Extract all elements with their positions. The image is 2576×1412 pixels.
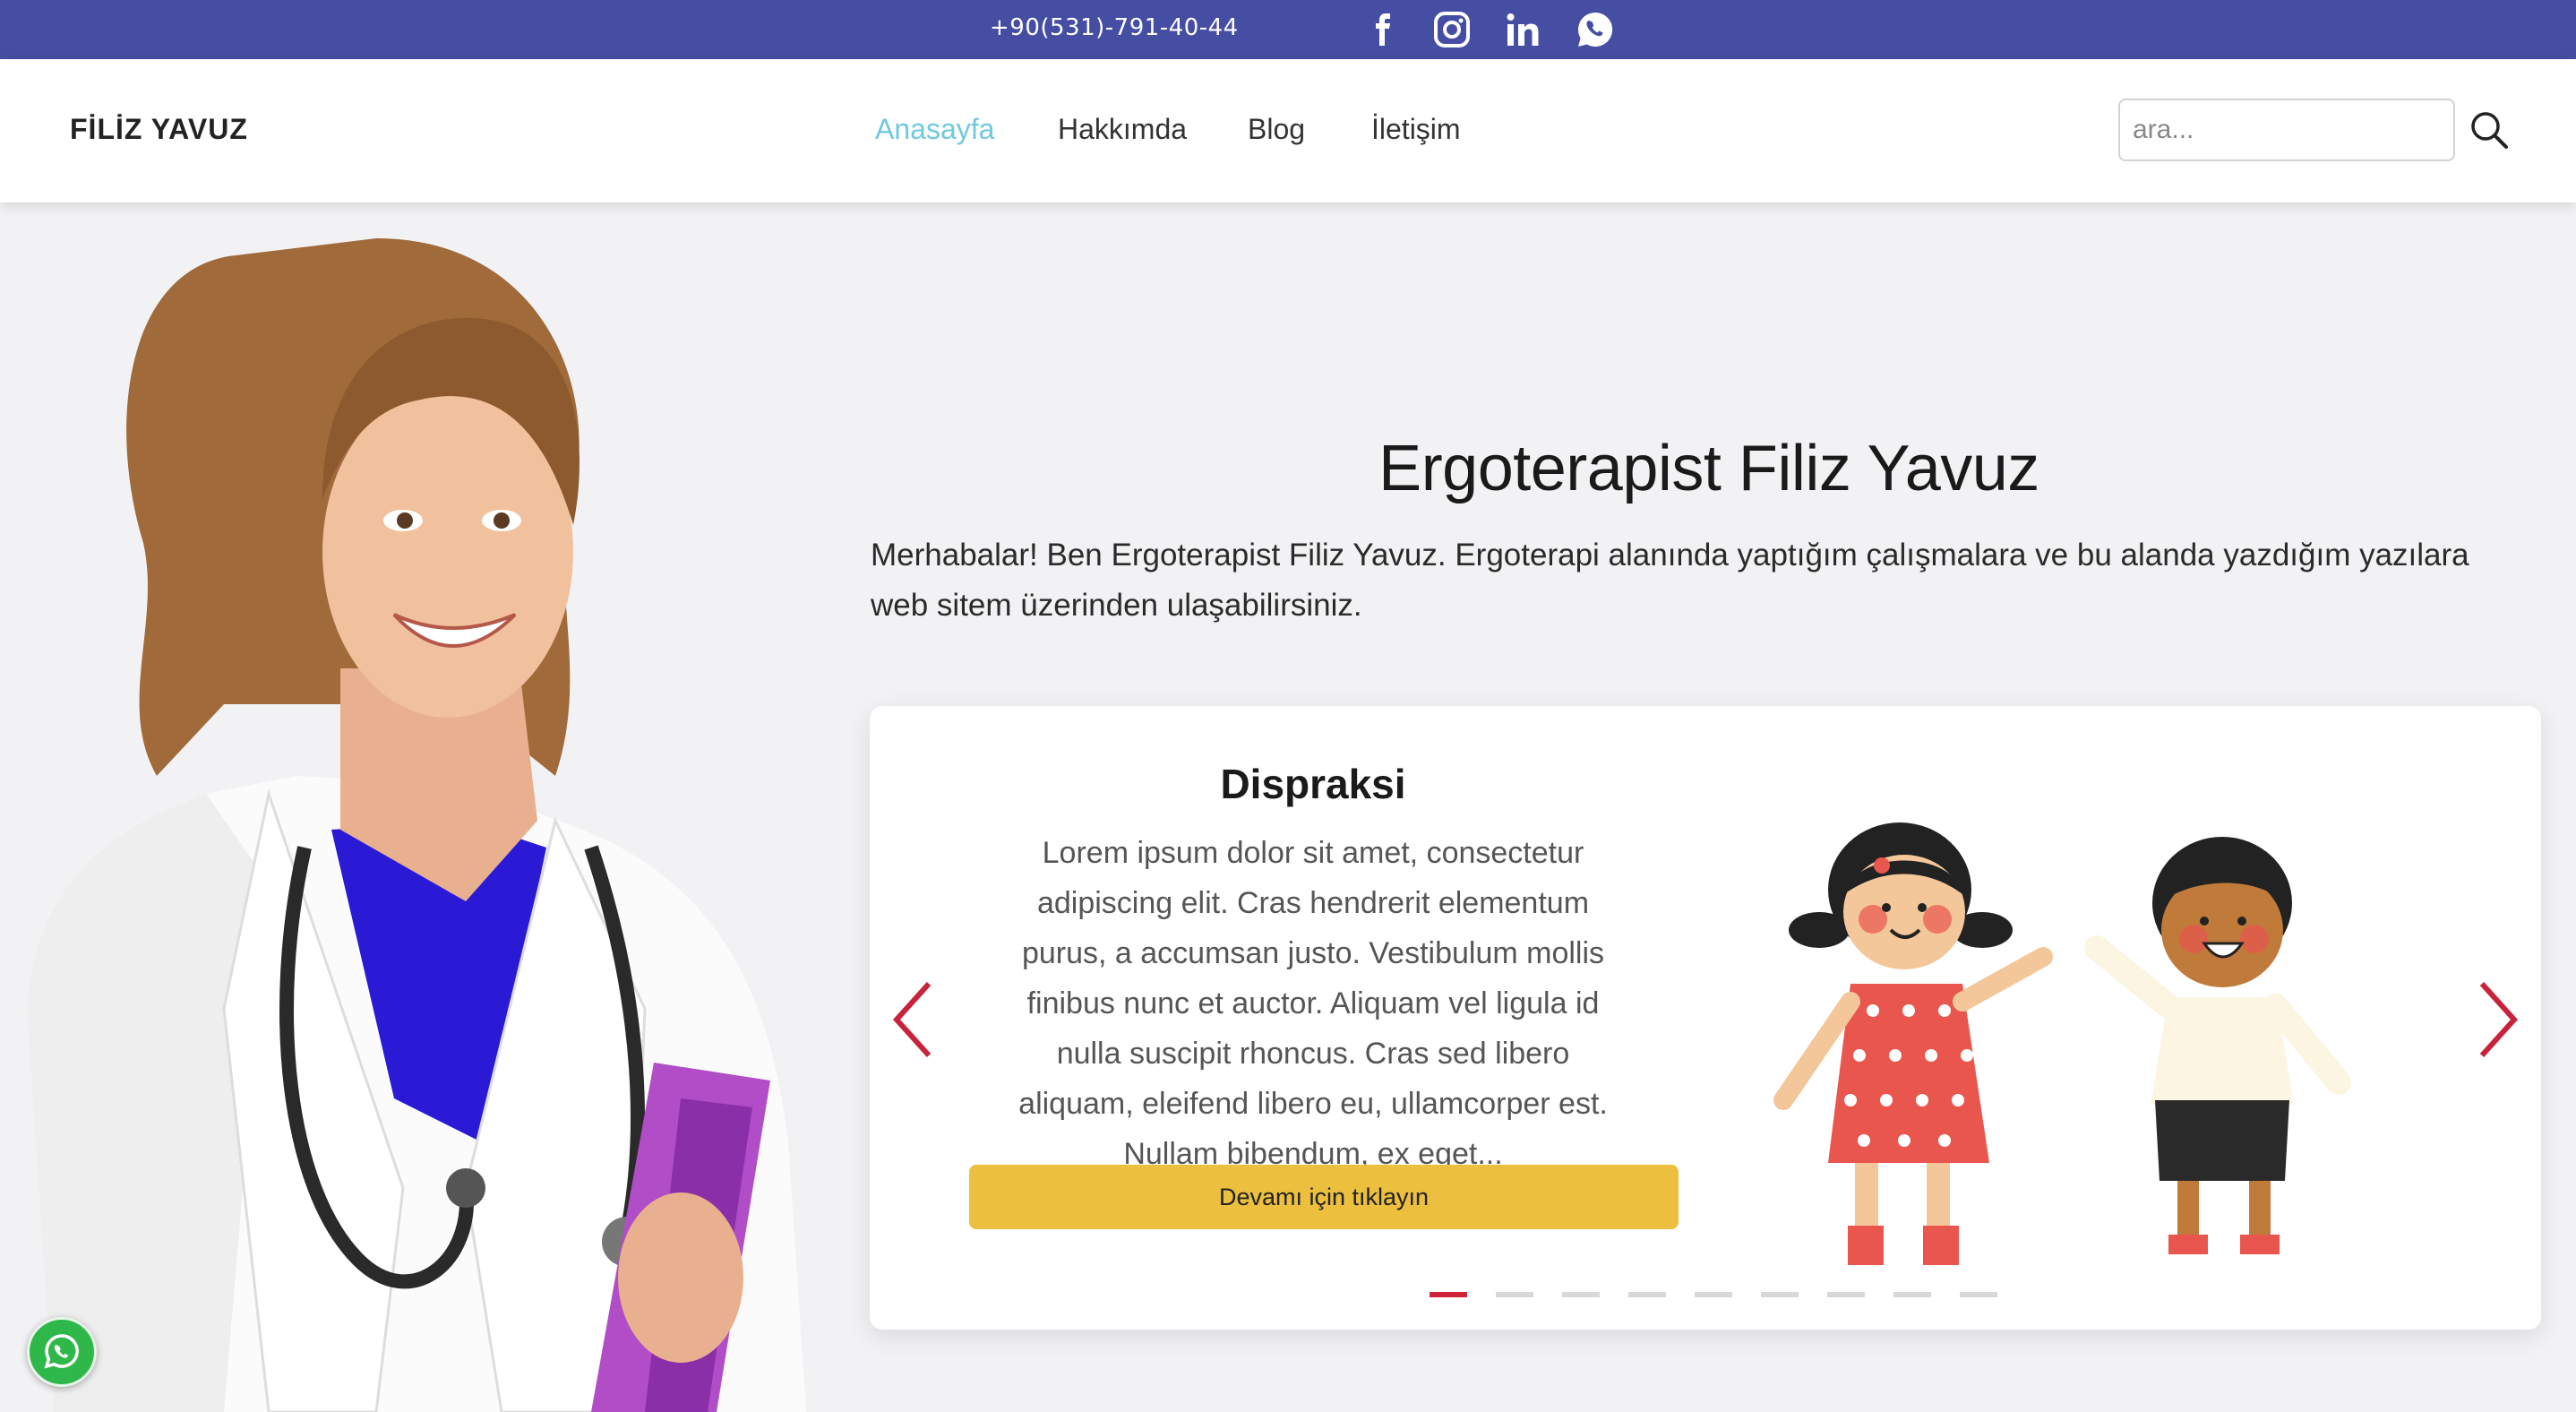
hero-title: Ergoterapist Filiz Yavuz — [1378, 433, 2039, 504]
carousel-indicator[interactable] — [1960, 1292, 1997, 1297]
instagram-icon[interactable] — [1433, 11, 1471, 48]
brand-logo[interactable]: FİLİZ YAVUZ — [70, 113, 248, 146]
carousel-indicator[interactable] — [1430, 1292, 1467, 1297]
read-more-button[interactable]: Devamı için tıklayın — [969, 1165, 1679, 1229]
nav-link-iletisim[interactable]: İletişim — [1371, 113, 1461, 146]
article-carousel: Dispraksi Lorem ipsum dolor sit amet, co… — [870, 706, 2541, 1330]
carousel-indicator[interactable] — [1628, 1292, 1666, 1297]
whatsapp-float-button[interactable] — [27, 1317, 97, 1387]
slide-excerpt: Lorem ipsum dolor sit amet, consectetur … — [1018, 836, 1608, 1171]
nav-link-blog[interactable]: Blog — [1248, 113, 1305, 146]
search-icon[interactable] — [2469, 109, 2510, 151]
kids-illustration — [1747, 805, 2428, 1279]
carousel-indicator[interactable] — [1761, 1292, 1799, 1297]
facebook-icon[interactable] — [1364, 11, 1402, 48]
phone-number[interactable]: +90(531)-791-40-44 — [990, 14, 1239, 41]
carousel-indicator[interactable] — [1496, 1292, 1533, 1297]
whatsapp-icon — [44, 1334, 79, 1369]
carousel-indicator[interactable] — [1562, 1292, 1600, 1297]
search-input[interactable] — [2118, 99, 2455, 161]
carousel-prev-arrow[interactable] — [886, 975, 940, 1064]
linkedin-icon[interactable] — [1505, 11, 1542, 48]
carousel-next-arrow[interactable] — [2471, 975, 2525, 1064]
carousel-indicator[interactable] — [1893, 1292, 1931, 1297]
top-bar: +90(531)-791-40-44 — [0, 0, 2576, 59]
carousel-indicators — [1430, 1292, 1997, 1299]
hero-intro-text: Merhabalar! Ben Ergoterapist Filiz Yavuz… — [871, 538, 2469, 623]
carousel-indicator[interactable] — [1695, 1292, 1732, 1297]
doctor-photo — [0, 202, 860, 1412]
whatsapp-icon[interactable] — [1576, 11, 1614, 48]
main-navbar: FİLİZ YAVUZ Anasayfa Hakkımda Blog İleti… — [0, 59, 2576, 202]
carousel-indicator[interactable] — [1827, 1292, 1865, 1297]
slide-title: Dispraksi — [1220, 761, 1406, 807]
nav-link-hakkimda[interactable]: Hakkımda — [1058, 113, 1187, 146]
nav-link-anasayfa[interactable]: Anasayfa — [875, 113, 994, 146]
